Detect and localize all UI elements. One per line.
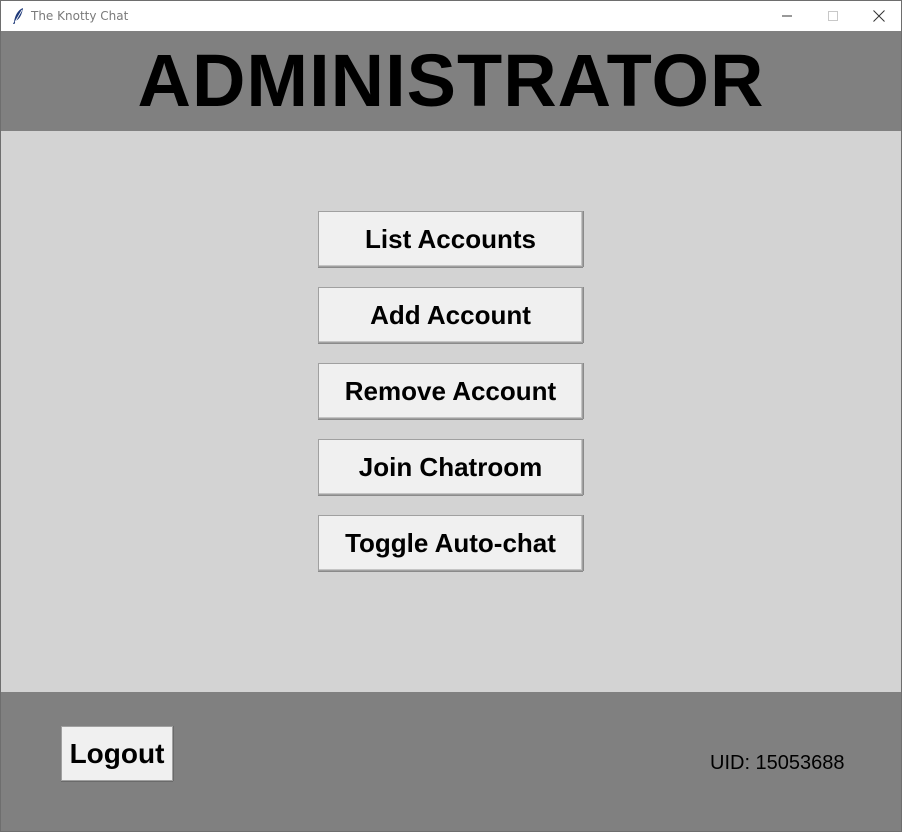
list-accounts-button[interactable]: List Accounts <box>318 211 583 267</box>
close-icon <box>873 10 885 22</box>
app-window: The Knotty Chat ADMINISTRATOR List Accou… <box>0 0 902 832</box>
maximize-icon <box>828 11 838 21</box>
close-button[interactable] <box>856 1 901 31</box>
footer-bar: Logout UID: 15053688 <box>1 692 901 831</box>
add-account-button[interactable]: Add Account <box>318 287 583 343</box>
logout-button[interactable]: Logout <box>61 726 173 781</box>
header-banner: ADMINISTRATOR <box>1 31 901 131</box>
page-title: ADMINISTRATOR <box>137 39 765 122</box>
title-bar[interactable]: The Knotty Chat <box>1 1 901 31</box>
minimize-icon <box>782 15 792 17</box>
remove-account-button[interactable]: Remove Account <box>318 363 583 419</box>
maximize-button[interactable] <box>810 1 856 31</box>
main-menu-panel: List Accounts Add Account Remove Account… <box>1 131 901 692</box>
toggle-auto-chat-button[interactable]: Toggle Auto-chat <box>318 515 583 571</box>
minimize-button[interactable] <box>764 1 810 31</box>
feather-icon <box>11 7 25 25</box>
join-chatroom-button[interactable]: Join Chatroom <box>318 439 583 495</box>
user-id-label: UID: 15053688 <box>710 752 845 774</box>
window-title: The Knotty Chat <box>31 9 129 23</box>
